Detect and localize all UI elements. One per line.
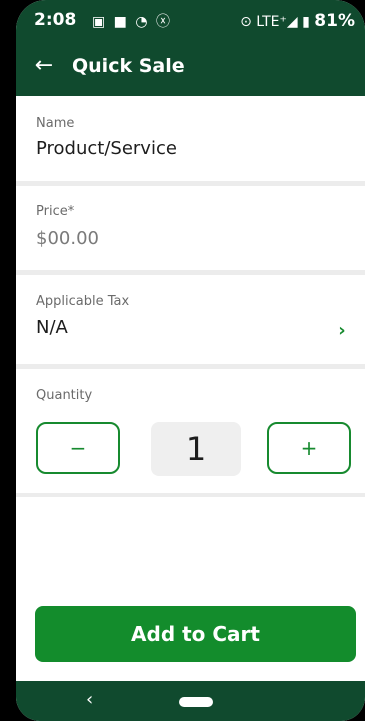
decrement-button[interactable]: − [36, 422, 120, 474]
price-field[interactable]: Price* $00.00 [16, 186, 365, 272]
nav-back-icon[interactable]: ‹ [86, 689, 93, 710]
system-nav-bar: ‹ [16, 681, 365, 721]
tax-label: Applicable Tax [36, 294, 130, 309]
name-label: Name [36, 116, 75, 131]
back-arrow-icon[interactable]: ← [30, 52, 58, 80]
tax-field[interactable]: Applicable Tax N/A [16, 275, 365, 365]
home-pill-icon[interactable] [179, 697, 213, 707]
battery-level: 81% [314, 11, 355, 31]
name-value[interactable]: Product/Service [36, 138, 177, 159]
quantity-value[interactable]: 1 [151, 422, 241, 476]
notification-icons: ▣ ■ ◔ ⓧ [92, 14, 173, 30]
add-to-cart-button[interactable]: Add to Cart [35, 606, 356, 662]
price-label: Price* [36, 204, 75, 219]
network-icon: ⊙ LTE⁺◢ ▮ [240, 14, 310, 30]
quantity-label: Quantity [36, 388, 93, 403]
tax-value: N/A [36, 317, 68, 338]
status-bar: 2:08 ▣ ■ ◔ ⓧ ⊙ LTE⁺◢ ▮ 81% [16, 0, 365, 40]
name-field[interactable]: Name Product/Service [16, 96, 365, 182]
page-title: Quick Sale [72, 55, 185, 77]
app-bar: ← Quick Sale [16, 40, 365, 96]
phone-screen: 2:08 ▣ ■ ◔ ⓧ ⊙ LTE⁺◢ ▮ 81% ← Quick Sale … [16, 0, 365, 721]
increment-button[interactable]: + [267, 422, 351, 474]
divider [16, 493, 365, 497]
status-right: ⊙ LTE⁺◢ ▮ 81% [240, 11, 355, 31]
price-input[interactable]: $00.00 [36, 228, 99, 249]
chevron-right-icon[interactable]: › [333, 322, 351, 340]
status-time: 2:08 [34, 10, 77, 30]
